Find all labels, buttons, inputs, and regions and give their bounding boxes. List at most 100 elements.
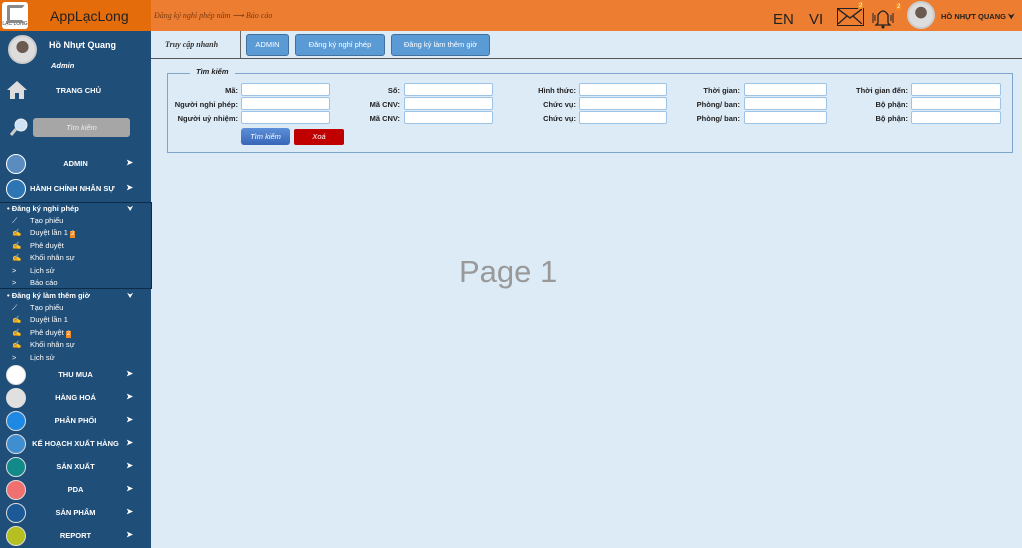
quick-leave-button[interactable]: Đăng ký nghỉ phép bbox=[295, 34, 385, 56]
submenu-item[interactable]: ✍ Khối nhân sự bbox=[12, 339, 75, 351]
sidebar-item-module[interactable]: REPORT ➤ bbox=[0, 525, 151, 547]
divider bbox=[151, 58, 1022, 59]
quick-access-label: Truy cập nhanh bbox=[165, 40, 219, 49]
sidebar-home[interactable]: TRANG CHỦ bbox=[56, 86, 101, 95]
sidebar-item-label: THU MUA bbox=[58, 370, 93, 379]
search-field-input[interactable] bbox=[911, 111, 1001, 124]
chevron-right-icon: ➤ bbox=[126, 461, 133, 470]
submenu-item[interactable]: ✍ Duyệt lần 12 bbox=[12, 227, 76, 239]
home-icon[interactable] bbox=[6, 80, 28, 100]
submenu-item[interactable]: ✍ Phê duyệt 2 bbox=[12, 327, 72, 339]
bell-badge: 2 bbox=[896, 4, 902, 10]
chevron-right-icon: ➤ bbox=[126, 415, 133, 424]
quick-overtime-button[interactable]: Đăng ký làm thêm giờ bbox=[391, 34, 490, 56]
submenu-item[interactable]: ⟋ Tạo phiếu bbox=[12, 302, 63, 314]
field-label: Thời gian: bbox=[703, 86, 740, 95]
submenu-item[interactable]: ✍ Khối nhân sự bbox=[12, 252, 75, 264]
sidebar-item-module[interactable]: SẢN XUẤT ➤ bbox=[0, 456, 151, 478]
submenu-item[interactable]: > Báo cáo bbox=[12, 277, 58, 289]
bell-icon[interactable] bbox=[870, 5, 896, 29]
overtime-group-header[interactable]: • Đăng ký làm thêm giờ bbox=[7, 290, 90, 302]
sidebar-item-label: SẢN XUẤT bbox=[56, 462, 95, 471]
sidebar-user-name: Hồ Nhựt Quang bbox=[49, 40, 117, 50]
sidebar-user-role: Admin bbox=[51, 61, 75, 70]
field-label: Người uỷ nhiệm: bbox=[177, 114, 238, 123]
clear-button[interactable]: Xoá bbox=[294, 129, 344, 145]
submenu-item-label: Tạo phiếu bbox=[30, 216, 64, 225]
sidebar-item-module[interactable]: KẾ HOẠCH XUẤT HÀNG ➤ bbox=[0, 433, 151, 455]
chevron-right-icon: ➤ bbox=[126, 530, 133, 539]
submenu-item-label: Tạo phiếu bbox=[30, 303, 64, 312]
submenu-item-label: Lịch sử bbox=[30, 352, 55, 362]
sidebar-avatar bbox=[8, 35, 37, 64]
leave-group-header[interactable]: • Đăng ký nghỉ phép bbox=[7, 203, 79, 215]
header-user-menu[interactable]: HỒ NHỰT QUANG ⮟ bbox=[941, 12, 1014, 22]
pen-icon: ✍ bbox=[12, 340, 22, 350]
submenu-item-label: Khối nhân sự bbox=[30, 340, 75, 350]
team-icon bbox=[6, 179, 26, 199]
submenu-item[interactable]: > Lịch sử bbox=[12, 265, 55, 277]
field-label: Bộ phận: bbox=[875, 114, 909, 123]
chevron-down-icon: ⮟ bbox=[1008, 12, 1015, 21]
sidebar-item-module[interactable]: HÀNG HOÁ ➤ bbox=[0, 387, 151, 409]
sidebar-item-label: HÀNG HOÁ bbox=[55, 393, 96, 402]
pen-icon: ✍ bbox=[12, 253, 22, 263]
sidebar-item-module[interactable]: SẢN PHẨM ➤ bbox=[0, 502, 151, 524]
sidebar-item-label: PDA bbox=[67, 485, 84, 494]
pen-icon: ✍ bbox=[12, 240, 22, 250]
breadcrumb: Đăng ký nghỉ phép năm ⟶ Báo cáo bbox=[154, 11, 273, 20]
sidebar-item-module[interactable]: THU MUA ➤ bbox=[0, 364, 151, 386]
submenu-item[interactable]: ⟋ Tạo phiếu bbox=[12, 215, 63, 227]
field-label: Mã CNV: bbox=[369, 114, 400, 123]
search-button[interactable]: Tìm kiếm bbox=[241, 128, 290, 145]
submenu-item-label: Phê duyệt bbox=[30, 240, 64, 250]
field-label: Phòng/ ban: bbox=[696, 100, 740, 109]
sidebar-item-label: HÀNH CHÍNH NHÂN SỰ bbox=[30, 184, 115, 193]
mail-icon[interactable] bbox=[837, 8, 864, 26]
submenu-item-label: Báo cáo bbox=[30, 278, 58, 287]
submenu-item[interactable]: ✍ Phê duyệt bbox=[12, 240, 64, 252]
logo[interactable]: LẠC LONG bbox=[2, 2, 28, 29]
chevron-right-icon: ➤ bbox=[126, 158, 133, 167]
field-label: Số: bbox=[387, 86, 400, 95]
header-avatar[interactable] bbox=[907, 1, 935, 29]
field-label: Mã CNV: bbox=[369, 100, 400, 109]
page-label: Page 1 bbox=[459, 254, 558, 289]
sidebar-item-module[interactable]: PDA ➤ bbox=[0, 479, 151, 501]
field-label: Hình thức: bbox=[538, 86, 576, 95]
field-label: Mã: bbox=[225, 86, 238, 95]
lang-vi-button[interactable]: VI bbox=[809, 11, 823, 28]
search-panel-title: Tìm kiếm bbox=[190, 67, 235, 76]
header-user-name: HỒ NHỰT QUANG bbox=[941, 12, 1006, 21]
chevron-down-icon[interactable]: ⮟ bbox=[127, 290, 133, 302]
chevron-down-icon[interactable]: ⮟ bbox=[127, 203, 133, 215]
chevron-right-icon: > bbox=[12, 278, 17, 287]
count-badge: 2 bbox=[65, 330, 72, 338]
pen-icon: ✍ bbox=[12, 315, 22, 325]
submenu-item-label: Duyệt lần 1 bbox=[30, 228, 68, 238]
sidebar-item-module[interactable]: PHÂN PHỐI ➤ bbox=[0, 410, 151, 432]
divider bbox=[240, 31, 241, 58]
sidebar-item-label: REPORT bbox=[59, 531, 92, 540]
submenu-item-label: Lịch sử bbox=[30, 265, 55, 275]
quick-admin-button[interactable]: ADMIN bbox=[246, 34, 289, 56]
sidebar-item-admin[interactable]: ADMIN ➤ bbox=[0, 153, 151, 175]
sidebar-item-label: ADMIN bbox=[63, 159, 88, 168]
count-badge: 2 bbox=[69, 231, 76, 239]
chevron-right-icon: ➤ bbox=[126, 183, 133, 192]
chevron-right-icon: > bbox=[12, 352, 17, 362]
search-field-input[interactable] bbox=[911, 97, 1001, 110]
app-title: AppLạcLong bbox=[50, 8, 129, 24]
lang-en-button[interactable]: EN bbox=[773, 11, 794, 28]
chevron-right-icon: > bbox=[12, 265, 17, 275]
sidebar-search-input[interactable]: Tìm kiếm bbox=[33, 118, 130, 137]
pen-icon: ✍ bbox=[12, 228, 22, 238]
search-field-input[interactable] bbox=[911, 83, 1001, 96]
chevron-right-icon: ➤ bbox=[126, 507, 133, 516]
field-label: Phòng/ ban: bbox=[696, 114, 740, 123]
sidebar-item-hr[interactable]: HÀNH CHÍNH NHÂN SỰ ➤ bbox=[0, 178, 151, 200]
submenu-item[interactable]: ✍ Duyệt lần 1 bbox=[12, 314, 68, 326]
chevron-right-icon: ➤ bbox=[126, 438, 133, 447]
field-label: Bộ phận: bbox=[875, 100, 909, 109]
submenu-item[interactable]: > Lịch sử bbox=[12, 352, 55, 364]
